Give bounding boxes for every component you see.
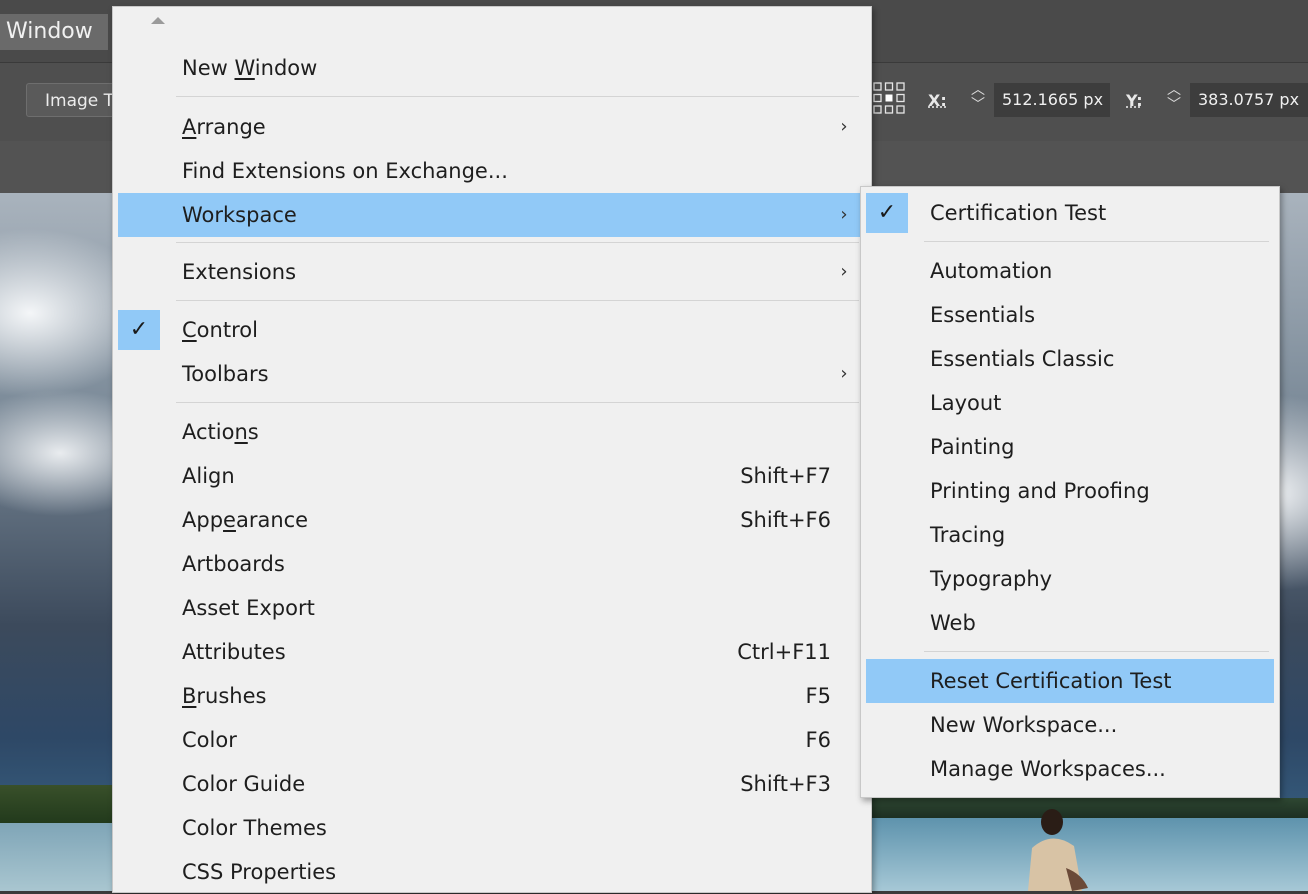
checkmark-icon: ✓ <box>866 193 908 233</box>
x-field[interactable]: 512.1665 px <box>994 83 1110 117</box>
menu-item-align[interactable]: Align Shift+F7 <box>113 454 871 498</box>
checkmark-icon: ✓ <box>118 310 160 350</box>
workspace-item-painting[interactable]: Painting <box>861 425 1279 469</box>
menu-item-actions[interactable]: Actions <box>113 410 871 454</box>
chevron-right-icon: › <box>840 204 848 225</box>
menu-separator <box>924 241 1269 242</box>
window-menu: New Window Arrange › Find Extensions on … <box>112 6 872 893</box>
sea-left <box>0 823 112 891</box>
shortcut-label: F5 <box>805 684 831 708</box>
shortcut-label: Shift+F6 <box>740 508 831 532</box>
menu-item-attributes[interactable]: Attributes Ctrl+F11 <box>113 630 871 674</box>
workspace-item-layout[interactable]: Layout <box>861 381 1279 425</box>
menu-separator <box>176 96 859 97</box>
menu-item-css-properties[interactable]: CSS Properties <box>113 850 871 894</box>
menu-item-workspace[interactable]: Workspace › <box>118 193 862 237</box>
chevron-right-icon: › <box>840 261 848 282</box>
workspace-item-new-workspace[interactable]: New Workspace... <box>861 703 1279 747</box>
workspace-submenu: ✓ Certification Test Automation Essentia… <box>860 186 1280 798</box>
shore-right <box>870 798 1308 818</box>
menu-separator <box>176 242 859 243</box>
menu-item-color-themes[interactable]: Color Themes <box>113 806 871 850</box>
workspace-item-certification-test[interactable]: ✓ Certification Test <box>861 191 1279 235</box>
workspace-item-web[interactable]: Web <box>861 601 1279 645</box>
workspace-item-reset-certification-test[interactable]: Reset Certification Test <box>866 659 1274 703</box>
workspace-item-essentials-classic[interactable]: Essentials Classic <box>861 337 1279 381</box>
menu-separator <box>176 300 859 301</box>
workspace-item-automation[interactable]: Automation <box>861 249 1279 293</box>
workspace-item-tracing[interactable]: Tracing <box>861 513 1279 557</box>
shortcut-label: F6 <box>805 728 831 752</box>
y-stepper[interactable]: ︿ ﹀ <box>1162 83 1186 117</box>
sea-right <box>870 818 1308 891</box>
menu-item-toolbars[interactable]: Toolbars › <box>113 352 871 396</box>
menu-item-brushes[interactable]: Brushes F5 <box>113 674 871 718</box>
menu-item-appearance[interactable]: Appearance Shift+F6 <box>113 498 871 542</box>
stepper-up-icon[interactable]: ︿ <box>1162 83 1186 98</box>
workspace-item-typography[interactable]: Typography <box>861 557 1279 601</box>
shortcut-label: Shift+F7 <box>740 464 831 488</box>
menu-item-arrange[interactable]: Arrange › <box>113 105 871 149</box>
y-field[interactable]: 383.0757 px <box>1190 83 1308 117</box>
stepper-down-icon[interactable]: ﹀ <box>966 98 990 113</box>
chevron-right-icon: › <box>840 363 848 384</box>
menubar-window[interactable]: Window <box>0 14 108 50</box>
menu-separator <box>176 402 859 403</box>
x-stepper[interactable]: ︿ ﹀ <box>966 83 990 117</box>
x-label: X: <box>928 91 947 110</box>
shortcut-label: Shift+F3 <box>740 772 831 796</box>
menu-item-asset-export[interactable]: Asset Export <box>113 586 871 630</box>
workspace-item-printing-and-proofing[interactable]: Printing and Proofing <box>861 469 1279 513</box>
stepper-down-icon[interactable]: ﹀ <box>1162 98 1186 113</box>
scroll-up-icon[interactable] <box>151 17 165 24</box>
stepper-up-icon[interactable]: ︿ <box>966 83 990 98</box>
menu-separator <box>924 651 1269 652</box>
menu-item-control[interactable]: ✓ Control <box>113 308 871 352</box>
shore-left <box>0 785 112 823</box>
workspace-item-essentials[interactable]: Essentials <box>861 293 1279 337</box>
menu-item-extensions[interactable]: Extensions › <box>113 250 871 294</box>
menu-item-new-window[interactable]: New Window <box>113 46 871 90</box>
shortcut-label: Ctrl+F11 <box>737 640 831 664</box>
reference-point-icon[interactable] <box>872 81 906 115</box>
y-label: Y: <box>1126 91 1143 110</box>
chevron-right-icon: › <box>840 116 848 137</box>
menu-item-color-guide[interactable]: Color Guide Shift+F3 <box>113 762 871 806</box>
menu-item-color[interactable]: Color F6 <box>113 718 871 762</box>
workspace-item-manage-workspaces[interactable]: Manage Workspaces... <box>861 747 1279 791</box>
menu-item-find-extensions[interactable]: Find Extensions on Exchange... <box>113 149 871 193</box>
image-trace-button[interactable]: Image Trace <box>26 83 116 117</box>
person-figure <box>1028 809 1088 891</box>
menu-item-artboards[interactable]: Artboards <box>113 542 871 586</box>
